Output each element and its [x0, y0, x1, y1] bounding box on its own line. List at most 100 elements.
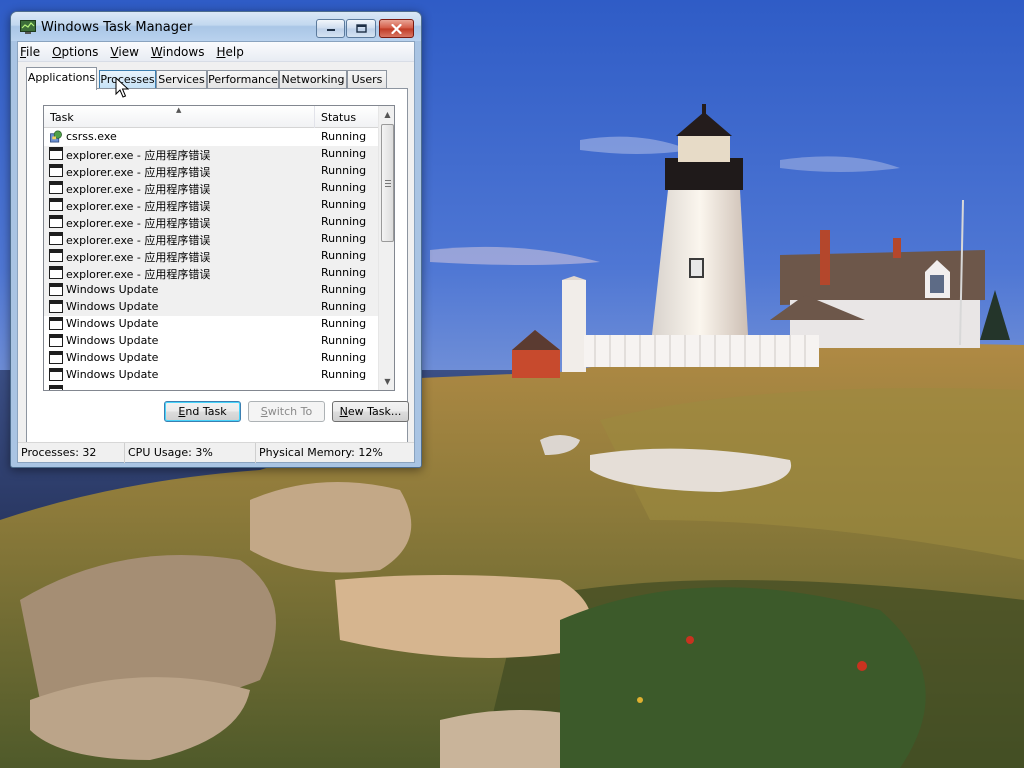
task-name: explorer.exe - 应用程序错误: [66, 217, 211, 230]
minimize-icon: [326, 28, 335, 31]
menu-options[interactable]: Options: [46, 45, 104, 59]
window-icon: [49, 181, 63, 194]
task-status: Running: [321, 351, 367, 364]
window-icon: [49, 147, 63, 160]
task-manager-window: Windows Task Manager File Options View W…: [10, 11, 422, 468]
task-name: explorer.exe - 应用程序错误: [66, 200, 211, 213]
mouse-cursor-icon: [115, 77, 129, 98]
window-icon: [49, 300, 63, 313]
window-icon: [49, 317, 63, 330]
task-status: Running: [321, 147, 367, 160]
task-status: Running: [321, 283, 367, 296]
task-status: Running: [321, 300, 367, 313]
scrollbar-thumb[interactable]: [381, 124, 394, 242]
task-status: Running: [321, 334, 367, 347]
window-title: Windows Task Manager: [41, 20, 193, 35]
window-icon: [49, 334, 63, 347]
task-row[interactable]: explorer.exe - 应用程序错误 Running: [44, 146, 378, 163]
close-icon: [391, 23, 402, 34]
maximize-icon: [355, 24, 367, 33]
window-icon: [49, 266, 63, 279]
task-name: Windows Update: [66, 283, 159, 296]
scroll-down-arrow-icon[interactable]: ▼: [379, 373, 394, 390]
task-row[interactable]: explorer.exe - 应用程序错误 Running: [44, 214, 378, 231]
sort-ascending-icon: ▲: [176, 106, 182, 114]
task-name: Windows Update: [66, 300, 159, 313]
task-row[interactable]: [44, 384, 378, 390]
task-status: Running: [321, 317, 367, 330]
task-name: Windows Update: [66, 317, 159, 330]
status-physical-memory: Physical Memory: 12%: [259, 446, 383, 459]
end-task-button[interactable]: End Task: [164, 401, 241, 422]
task-name: Windows Update: [66, 351, 159, 364]
task-name: Windows Update: [66, 368, 159, 381]
column-header-task[interactable]: ▲ Task: [44, 106, 315, 128]
task-name: explorer.exe - 应用程序错误: [66, 234, 211, 247]
task-row[interactable]: Windows Update Running: [44, 333, 378, 350]
task-status: Running: [321, 249, 367, 262]
task-row[interactable]: explorer.exe - 应用程序错误 Running: [44, 197, 378, 214]
window-icon: [49, 215, 63, 228]
tab-performance[interactable]: Performance: [207, 70, 279, 89]
task-status: Running: [321, 215, 367, 228]
menu-help[interactable]: Help: [210, 45, 249, 59]
task-row[interactable]: Windows Update Running: [44, 299, 378, 316]
vertical-scrollbar[interactable]: ▲ ▼: [378, 106, 394, 390]
window-icon: [49, 283, 63, 296]
task-status: Running: [321, 181, 367, 194]
window-icon: [49, 385, 63, 390]
grip-icon: [385, 180, 391, 187]
tab-users[interactable]: Users: [347, 70, 387, 89]
close-button[interactable]: [379, 19, 414, 38]
scroll-up-arrow-icon[interactable]: ▲: [379, 106, 394, 123]
task-status: Running: [321, 232, 367, 245]
switch-to-button[interactable]: Switch To: [248, 401, 325, 422]
menu-windows[interactable]: Windows: [145, 45, 211, 59]
status-bar: Processes: 32 CPU Usage: 3% Physical Mem…: [18, 442, 414, 463]
maximize-button[interactable]: [346, 19, 376, 38]
task-row[interactable]: Windows Update Running: [44, 282, 378, 299]
applications-panel: ▲ Task Status csrss.exe Running explorer.e…: [26, 88, 409, 443]
task-name: csrss.exe: [66, 130, 117, 143]
window-icon: [49, 249, 63, 262]
task-row[interactable]: explorer.exe - 应用程序错误 Running: [44, 163, 378, 180]
task-row[interactable]: Windows Update Running: [44, 350, 378, 367]
status-cpu-usage: CPU Usage: 3%: [125, 443, 256, 463]
window-icon: [49, 351, 63, 364]
task-row[interactable]: explorer.exe - 应用程序错误 Running: [44, 231, 378, 248]
task-row[interactable]: explorer.exe - 应用程序错误 Running: [44, 248, 378, 265]
title-bar[interactable]: Windows Task Manager: [11, 12, 421, 41]
menu-bar: File Options View Windows Help: [18, 42, 414, 62]
window-icon: [49, 198, 63, 211]
list-header: ▲ Task Status: [44, 106, 378, 128]
task-status: Running: [321, 368, 367, 381]
window-icon: [49, 164, 63, 177]
task-name: explorer.exe - 应用程序错误: [66, 268, 211, 281]
task-name: explorer.exe - 应用程序错误: [66, 149, 211, 162]
column-header-status[interactable]: Status: [315, 106, 378, 128]
new-task-button[interactable]: New Task...: [332, 401, 409, 422]
menu-file[interactable]: File: [18, 45, 46, 59]
tab-networking[interactable]: Networking: [279, 70, 347, 89]
minimize-button[interactable]: [316, 19, 345, 38]
task-row[interactable]: csrss.exe Running: [44, 129, 378, 146]
task-status: Running: [321, 198, 367, 211]
tab-services[interactable]: Services: [156, 70, 207, 89]
task-row[interactable]: Windows Update Running: [44, 367, 378, 384]
task-status: Running: [321, 164, 367, 177]
task-name: Windows Update: [66, 334, 159, 347]
menu-view[interactable]: View: [104, 45, 144, 59]
window-icon: [49, 232, 63, 245]
task-name: explorer.exe - 应用程序错误: [66, 166, 211, 179]
globe-program-icon: [50, 130, 62, 143]
status-processes: Processes: 32: [18, 443, 125, 463]
task-list[interactable]: ▲ Task Status csrss.exe Running explorer.e…: [43, 105, 395, 391]
window-icon: [49, 368, 63, 381]
task-status: Running: [321, 130, 367, 143]
tab-applications[interactable]: Applications: [26, 67, 97, 90]
task-row[interactable]: explorer.exe - 应用程序错误 Running: [44, 265, 378, 282]
task-row[interactable]: explorer.exe - 应用程序错误 Running: [44, 180, 378, 197]
task-name: explorer.exe - 应用程序错误: [66, 251, 211, 264]
window-client-area: File Options View Windows Help Applicati…: [17, 41, 415, 463]
task-row[interactable]: Windows Update Running: [44, 316, 378, 333]
